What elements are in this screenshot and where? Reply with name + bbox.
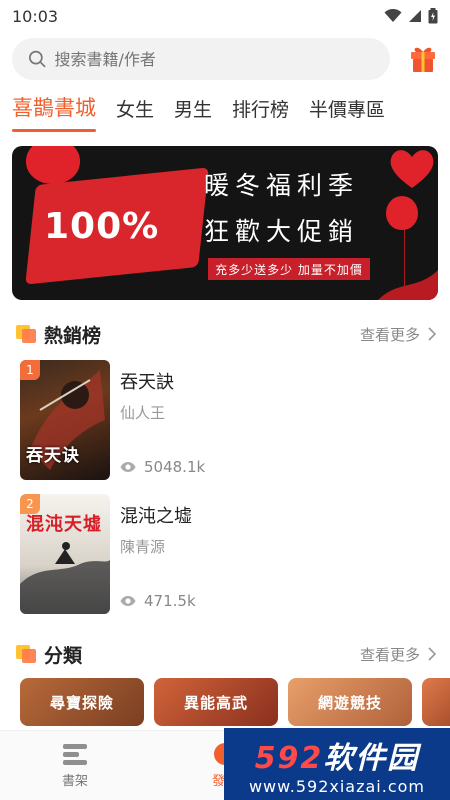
banner-subline: 充多少送多少 加量不加價 <box>208 258 370 280</box>
section-icon <box>16 645 36 663</box>
tab-home[interactable]: 喜鵲書城 <box>12 92 96 132</box>
status-icons <box>384 8 438 24</box>
nav-bookshelf-label: 書架 <box>61 774 88 789</box>
category-section-title: 分類 <box>16 641 82 668</box>
tab-female[interactable]: 女生 <box>116 95 154 132</box>
book-item[interactable]: 2 混沌天墟 混沌之墟 陳青源 471.5k <box>0 494 450 628</box>
hot-title: 熱銷榜 <box>44 324 102 347</box>
category-list: 尋寶探險 異能高武 網遊競技 <box>0 678 450 726</box>
book-views-count: 5048.1k <box>144 458 206 476</box>
category-tabs: 喜鵲書城 女生 男生 排行榜 半價專區 <box>0 82 450 132</box>
watermark-logo: 592软件园 <box>255 733 420 777</box>
search-bar[interactable] <box>12 38 390 80</box>
status-bar: 10:03 <box>0 0 450 32</box>
tab-ranking[interactable]: 排行榜 <box>232 95 289 132</box>
category-card[interactable]: 網遊競技 <box>288 678 412 726</box>
category-more-label: 查看更多 <box>359 645 420 664</box>
chevron-right-icon <box>428 327 436 341</box>
heart-balloon <box>390 150 434 188</box>
category-title: 分類 <box>44 644 83 667</box>
search-input[interactable] <box>54 49 374 69</box>
ribbon <box>378 270 438 300</box>
book-cover[interactable]: 1 吞天诀 <box>20 360 110 480</box>
chevron-right-icon <box>428 647 436 661</box>
book-author: 仙人王 <box>120 404 166 422</box>
watermark: 592软件园 www.592xiazai.com <box>224 728 450 800</box>
bookshelf-icon <box>63 744 87 765</box>
signal-icon <box>409 10 421 22</box>
category-more-button[interactable]: 查看更多 <box>360 644 436 665</box>
book-cover[interactable]: 2 混沌天墟 <box>20 494 110 614</box>
hot-section-header: 熱銷榜 查看更多 <box>0 314 450 354</box>
hot-more-label: 查看更多 <box>359 325 420 344</box>
book-item[interactable]: 1 吞天诀 吞天訣 仙人王 5048.1k <box>0 360 450 494</box>
cover-title-text: 混沌天墟 <box>26 514 102 535</box>
search-icon <box>29 50 46 68</box>
battery-icon <box>428 8 438 24</box>
book-title[interactable]: 混沌之墟 <box>120 502 438 528</box>
cover-title-text: 吞天诀 <box>26 446 80 466</box>
book-author: 陳青源 <box>120 538 166 556</box>
book-info: 吞天訣 仙人王 5048.1k <box>120 360 438 494</box>
banner-headline-1: 暖冬福利季 <box>204 171 360 200</box>
promo-banner[interactable]: 100% 暖冬福利季 狂歡大促銷 充多少送多少 加量不加價 <box>12 146 438 300</box>
gift-icon <box>411 47 435 72</box>
watermark-number: 592 <box>254 740 324 776</box>
book-title[interactable]: 吞天訣 <box>120 368 438 394</box>
category-card-partial[interactable] <box>422 678 450 726</box>
rank-badge: 1 <box>20 360 40 380</box>
category-section-header: 分類 查看更多 <box>0 634 450 674</box>
balloon-left <box>26 146 80 184</box>
book-views: 5048.1k <box>120 458 205 476</box>
watermark-text: 软件园 <box>323 740 420 776</box>
wifi-icon <box>384 9 402 22</box>
watermark-url: www.592xiazai.com <box>248 776 426 796</box>
hot-section-title: 熱銷榜 <box>16 321 101 348</box>
book-views-count: 471.5k <box>144 592 196 610</box>
book-views: 471.5k <box>120 592 196 610</box>
status-time: 10:03 <box>12 6 59 26</box>
eye-icon <box>120 462 136 472</box>
balloon-right <box>386 196 418 230</box>
category-card[interactable]: 尋寶探險 <box>20 678 144 726</box>
tab-male[interactable]: 男生 <box>174 95 212 132</box>
nav-bookshelf[interactable]: 書架 <box>0 731 150 800</box>
category-card[interactable]: 異能高武 <box>154 678 278 726</box>
section-icon <box>16 325 36 343</box>
eye-icon <box>120 596 136 606</box>
banner-percent: 100% <box>44 206 160 247</box>
book-info: 混沌之墟 陳青源 471.5k <box>120 494 438 628</box>
hot-more-button[interactable]: 查看更多 <box>360 324 436 345</box>
gift-button[interactable] <box>390 38 438 80</box>
search-row <box>0 32 450 82</box>
tab-half-price[interactable]: 半價專區 <box>309 95 385 132</box>
banner-headline-2: 狂歡大促銷 <box>204 217 360 246</box>
